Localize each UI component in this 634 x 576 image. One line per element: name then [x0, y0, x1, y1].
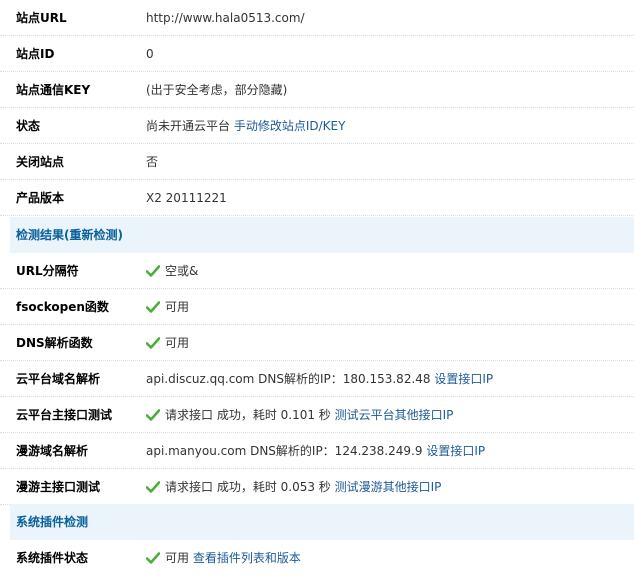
site-id-value: 0: [146, 47, 154, 61]
site-id-label: 站点ID: [16, 47, 55, 61]
status-value: 尚未开通云平台 手动修改站点ID/KEY: [146, 108, 345, 144]
row-dns-function: DNS解析函数 可用: [0, 325, 634, 361]
manyou-dns-value: api.manyou.com DNS解析的IP：124.238.249.9 设置…: [146, 433, 485, 469]
check-icon: [146, 552, 160, 564]
plugin-status-value: 可用 查看插件列表和版本: [146, 540, 301, 576]
test-cloud-other-ip-link[interactable]: 测试云平台其他接口IP: [335, 408, 454, 422]
plugin-status-text: 可用: [165, 551, 190, 565]
url-separator-label: URL分隔符: [16, 264, 79, 278]
plugin-status-label: 系统插件状态: [16, 551, 89, 565]
close-site-value: 否: [146, 155, 159, 169]
row-site-key: 站点通信KEY (出于安全考虑，部分隐藏): [0, 72, 634, 108]
row-close-site: 关闭站点 否: [0, 144, 634, 180]
cloud-dns-text: api.discuz.qq.com DNS解析的IP：180.153.82.48: [146, 372, 431, 386]
dns-function-text: 可用: [165, 336, 190, 350]
row-site-url: 站点URL http://www.hala0513.com/: [0, 0, 634, 36]
site-key-value: (出于安全考虑，部分隐藏): [146, 83, 288, 97]
row-manyou-api-test: 漫游主接口测试 请求接口 成功，耗时 0.053 秒 测试漫游其他接口IP: [0, 469, 634, 505]
fsockopen-text: 可用: [165, 300, 190, 314]
row-status: 状态 尚未开通云平台 手动修改站点ID/KEY: [0, 108, 634, 144]
cloud-api-test-value: 请求接口 成功，耗时 0.101 秒 测试云平台其他接口IP: [146, 397, 453, 433]
status-text: 尚未开通云平台: [146, 119, 231, 133]
status-label: 状态: [16, 119, 41, 133]
row-cloud-dns: 云平台域名解析 api.discuz.qq.com DNS解析的IP：180.1…: [0, 361, 634, 397]
url-separator-value: 空或&: [146, 253, 198, 289]
version-value: X2 20111221: [146, 191, 227, 205]
section-plugin-check-header: 系统插件检测: [10, 504, 634, 540]
cloud-set-api-ip-link[interactable]: 设置接口IP: [434, 372, 493, 386]
row-plugin-status: 系统插件状态 可用 查看插件列表和版本: [0, 540, 634, 576]
check-icon: [146, 409, 160, 421]
cloud-dns-value: api.discuz.qq.com DNS解析的IP：180.153.82.48…: [146, 361, 493, 397]
row-manyou-dns: 漫游域名解析 api.manyou.com DNS解析的IP：124.238.2…: [0, 433, 634, 469]
dns-function-value: 可用: [146, 325, 189, 361]
view-plugin-list-link[interactable]: 查看插件列表和版本: [193, 551, 301, 565]
url-separator-text: 空或&: [165, 264, 199, 278]
row-fsockopen: fsockopen函数 可用: [0, 289, 634, 325]
site-key-label: 站点通信KEY: [16, 83, 91, 97]
site-url-label: 站点URL: [16, 11, 67, 25]
manyou-dns-text: api.manyou.com DNS解析的IP：124.238.249.9: [146, 444, 423, 458]
row-cloud-api-test: 云平台主接口测试 请求接口 成功，耗时 0.101 秒 测试云平台其他接口IP: [0, 397, 634, 433]
row-url-separator: URL分隔符 空或&: [0, 253, 634, 289]
check-icon: [146, 265, 160, 277]
row-version: 产品版本 X2 20111221: [0, 180, 634, 216]
close-site-label: 关闭站点: [16, 155, 65, 169]
row-site-id: 站点ID 0: [0, 36, 634, 72]
check-icon: [146, 301, 160, 313]
fsockopen-label: fsockopen函数: [16, 300, 109, 314]
section-check-results-title[interactable]: 检测结果(重新检测): [16, 217, 123, 253]
manyou-set-api-ip-link[interactable]: 设置接口IP: [426, 444, 485, 458]
check-icon: [146, 337, 160, 349]
check-icon: [146, 481, 160, 493]
version-label: 产品版本: [16, 191, 65, 205]
manyou-api-test-text: 请求接口 成功，耗时 0.053 秒: [165, 480, 331, 494]
section-plugin-check-title: 系统插件检测: [16, 515, 89, 529]
cloud-api-test-label: 云平台主接口测试: [16, 408, 113, 422]
site-url-value: http://www.hala0513.com/: [146, 11, 305, 25]
manyou-api-test-label: 漫游主接口测试: [16, 480, 101, 494]
test-manyou-other-ip-link[interactable]: 测试漫游其他接口IP: [335, 480, 442, 494]
manyou-api-test-value: 请求接口 成功，耗时 0.053 秒 测试漫游其他接口IP: [146, 469, 441, 505]
edit-site-id-key-link[interactable]: 手动修改站点ID/KEY: [234, 119, 346, 133]
section-check-results-header[interactable]: 检测结果(重新检测): [10, 217, 634, 253]
manyou-dns-label: 漫游域名解析: [16, 444, 89, 458]
dns-function-label: DNS解析函数: [16, 336, 93, 350]
cloud-dns-label: 云平台域名解析: [16, 372, 101, 386]
cloud-api-test-text: 请求接口 成功，耗时 0.101 秒: [165, 408, 331, 422]
fsockopen-value: 可用: [146, 289, 189, 325]
